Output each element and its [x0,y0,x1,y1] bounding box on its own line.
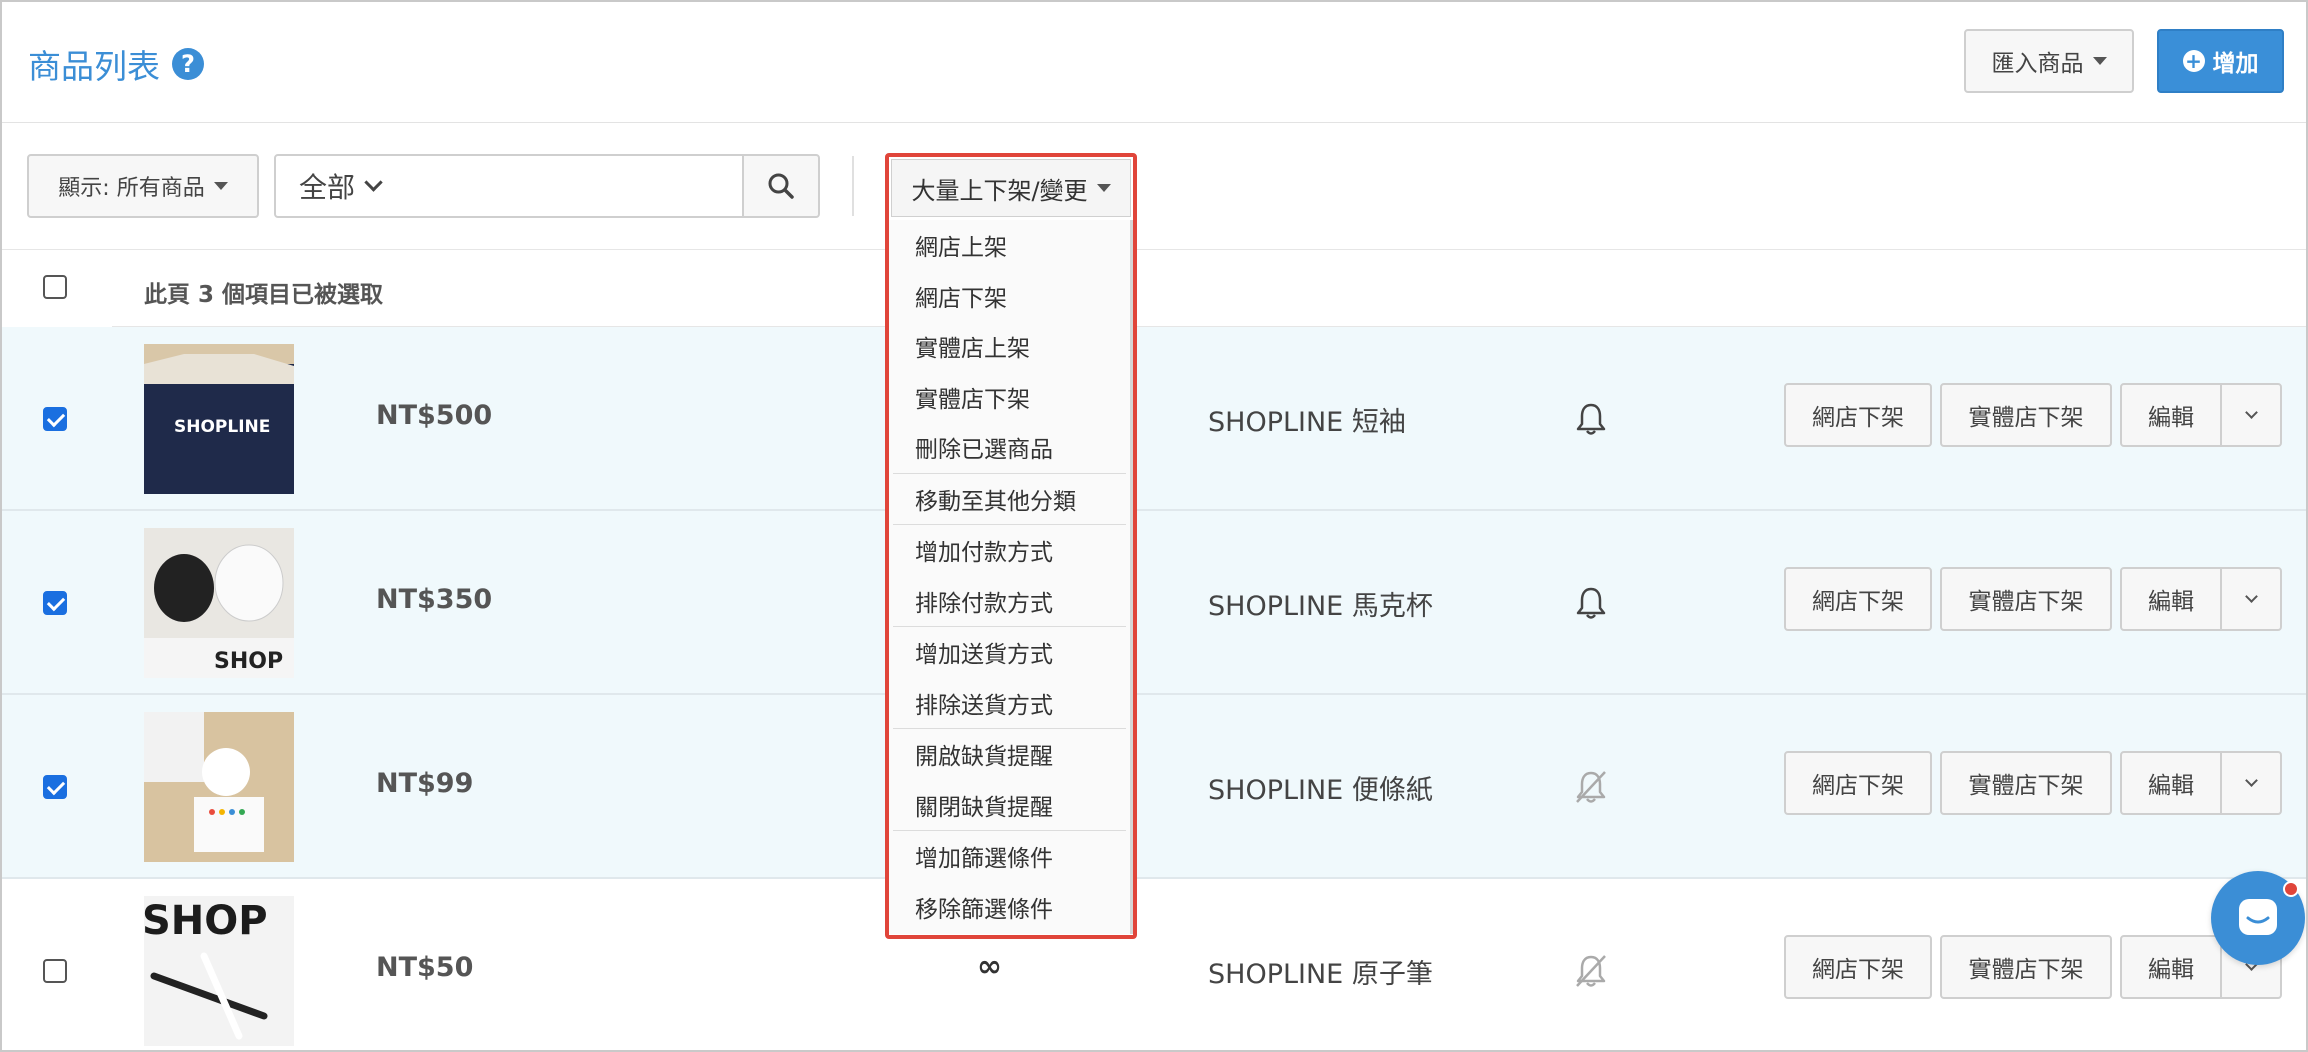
svg-text:SHOPLINE: SHOPLINE [174,417,270,437]
bell-icon[interactable] [1574,585,1608,621]
product-name[interactable]: SHOPLINE 短袖 [1208,400,1406,439]
edit-button[interactable]: 編輯 [2120,935,2222,999]
product-price: NT$350 [376,584,493,615]
unpublish-online-button[interactable]: 網店下架 [1784,751,1932,815]
product-price: NT$99 [376,768,474,799]
import-products-label: 匯入商品 [1991,51,2084,77]
table-row: NT$99 SHOPLINE 便條紙 網店下架 實體店下架 編輯 [2,695,2306,879]
edit-button[interactable]: 編輯 [2120,383,2222,447]
chat-launcher-button[interactable] [2211,871,2305,965]
search-button[interactable] [742,154,820,218]
plus-circle-icon: + [2182,50,2205,72]
table-row: SHOPLINE NT$500 SHOPLINE 短袖 網店下架 實體店下架 編輯 [2,327,2306,511]
add-product-label: 增加 [2212,51,2259,77]
chevron-down-icon [2244,773,2258,787]
chevron-down-icon [2244,589,2258,603]
bulk-menu-item[interactable]: 網店下架 [889,271,1130,322]
caret-down-icon [1096,184,1111,192]
bulk-menu-item[interactable]: 開啟缺貨提醒 [889,729,1130,780]
product-thumbnail[interactable]: SHOP [144,896,294,1046]
product-name[interactable]: SHOPLINE 馬克杯 [1208,584,1433,623]
product-quantity: ∞ [977,949,1002,984]
row-checkbox[interactable] [43,407,67,431]
product-name[interactable]: SHOPLINE 原子筆 [1208,952,1433,991]
edit-button[interactable]: 編輯 [2120,567,2222,631]
row-checkbox[interactable] [43,591,67,615]
bulk-menu-item[interactable]: 排除送貨方式 [889,678,1130,729]
chevron-down-icon [2244,405,2258,419]
bulk-menu-item[interactable]: 實體店上架 [889,321,1130,372]
table-row: SHOP NT$50 ∞ SHOPLINE 原子筆 網店下架 實體店下架 編輯 [2,879,2306,1050]
svg-text:SHOP: SHOP [144,898,268,944]
bell-icon[interactable] [1574,401,1608,437]
search-icon [768,173,794,199]
bulk-actions-button[interactable]: 大量上下架/變更 [891,159,1131,217]
bulk-actions-menu: 網店上架 網店下架 實體店上架 實體店下架 刪除已選商品 移動至其他分類 增加付款方式 排除付… [889,220,1133,934]
unpublish-store-button[interactable]: 實體店下架 [1940,383,2112,447]
search-input[interactable] [403,154,745,218]
display-filter-label: 顯示: 所有商品 [58,176,205,201]
page-title: 商品列表 ? [28,40,204,88]
more-actions-button[interactable] [2220,751,2282,815]
import-products-button[interactable]: 匯入商品 [1964,29,2134,93]
product-price: NT$500 [376,400,493,431]
bulk-menu-item[interactable]: 增加送貨方式 [889,627,1130,678]
unpublish-online-button[interactable]: 網店下架 [1784,383,1932,447]
bulk-menu-item[interactable]: 關閉缺貨提醒 [889,780,1130,831]
unpublish-store-button[interactable]: 實體店下架 [1940,935,2112,999]
chat-icon [2239,899,2277,935]
bulk-menu-item[interactable]: 排除付款方式 [889,576,1130,627]
toolbar-divider [2,249,2306,250]
caret-down-icon [213,182,228,190]
add-product-button[interactable]: + 增加 [2157,29,2284,93]
table-row: SHOP NT$350 SHOPLINE 馬克杯 網店下架 實體店下架 編輯 [2,511,2306,695]
select-all-checkbox[interactable] [43,275,67,299]
unpublish-online-button[interactable]: 網店下架 [1784,567,1932,631]
bulk-menu-item[interactable]: 網店上架 [889,220,1130,271]
display-filter-dropdown[interactable]: 顯示: 所有商品 [27,154,259,218]
unpublish-online-button[interactable]: 網店下架 [1784,935,1932,999]
bell-slash-icon[interactable] [1574,953,1608,989]
question-circle-icon[interactable]: ? [172,48,204,80]
bell-slash-icon[interactable] [1574,769,1608,805]
product-thumbnail[interactable]: SHOP [144,528,294,678]
bulk-menu-item[interactable]: 移動至其他分類 [889,474,1130,525]
edit-button[interactable]: 編輯 [2120,751,2222,815]
product-price: NT$50 [376,952,474,983]
row-checkbox[interactable] [43,775,67,799]
page-title-text: 商品列表 [28,47,160,86]
bulk-menu-item[interactable]: 刪除已選商品 [889,422,1130,473]
bulk-actions-label: 大量上下架/變更 [911,176,1088,205]
bulk-menu-item[interactable]: 移除篩選條件 [889,882,1130,933]
bulk-menu-item[interactable]: 增加付款方式 [889,525,1130,576]
unpublish-store-button[interactable]: 實體店下架 [1940,751,2112,815]
svg-text:SHOP: SHOP [214,649,283,674]
more-actions-button[interactable] [2220,567,2282,631]
app-frame: 商品列表 ? 匯入商品 + 增加 顯示: 所有商品 全部 此頁 3 個項目已被選… [0,0,2308,1052]
chevron-down-icon [364,172,383,192]
product-thumbnail[interactable] [144,712,294,862]
bulk-menu-item[interactable]: 實體店下架 [889,372,1130,423]
product-thumbnail[interactable]: SHOPLINE [144,344,294,494]
row-checkbox[interactable] [43,959,67,983]
unpublish-store-button[interactable]: 實體店下架 [1940,567,2112,631]
bulk-menu-item[interactable]: 增加篩選條件 [889,831,1130,882]
search-scope-select[interactable]: 全部 [274,154,405,218]
notification-dot [2283,881,2299,897]
more-actions-button[interactable] [2220,383,2282,447]
caret-down-icon [2092,57,2107,65]
header-divider [2,122,2306,123]
toolbar-separator [852,156,854,216]
product-name[interactable]: SHOPLINE 便條紙 [1208,768,1433,807]
selection-count-label: 此頁 3 個項目已被選取 [144,282,384,308]
search-scope-label: 全部 [298,171,355,204]
